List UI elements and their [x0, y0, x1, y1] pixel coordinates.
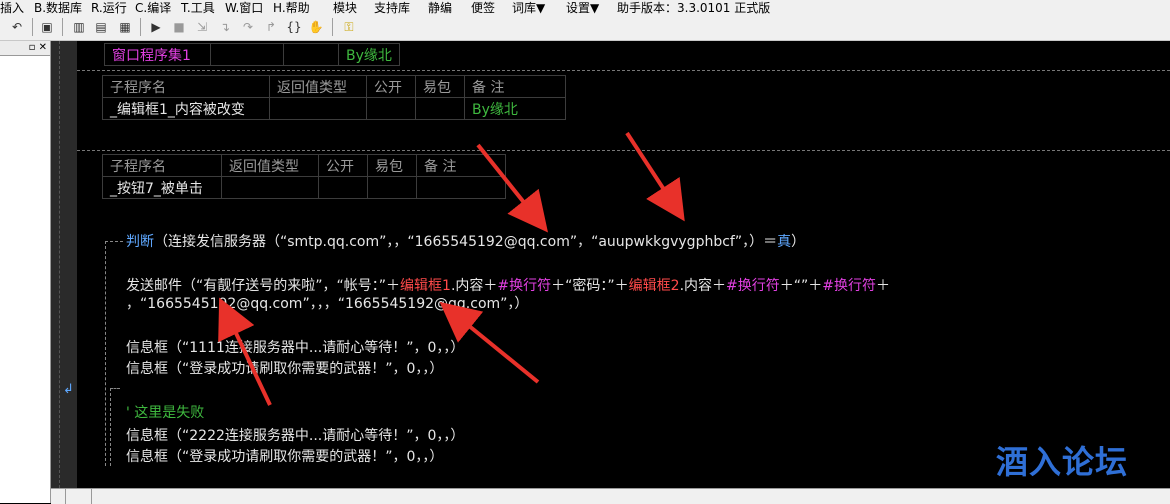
- arrow-to-email: [476, 143, 548, 233]
- arrow-to-sender: [218, 297, 272, 406]
- bottom-scrollbar[interactable]: [51, 488, 1170, 504]
- arrow-to-recipient: [439, 301, 540, 384]
- annotation-arrows: [218, 131, 685, 406]
- arrow-to-password: [625, 131, 685, 222]
